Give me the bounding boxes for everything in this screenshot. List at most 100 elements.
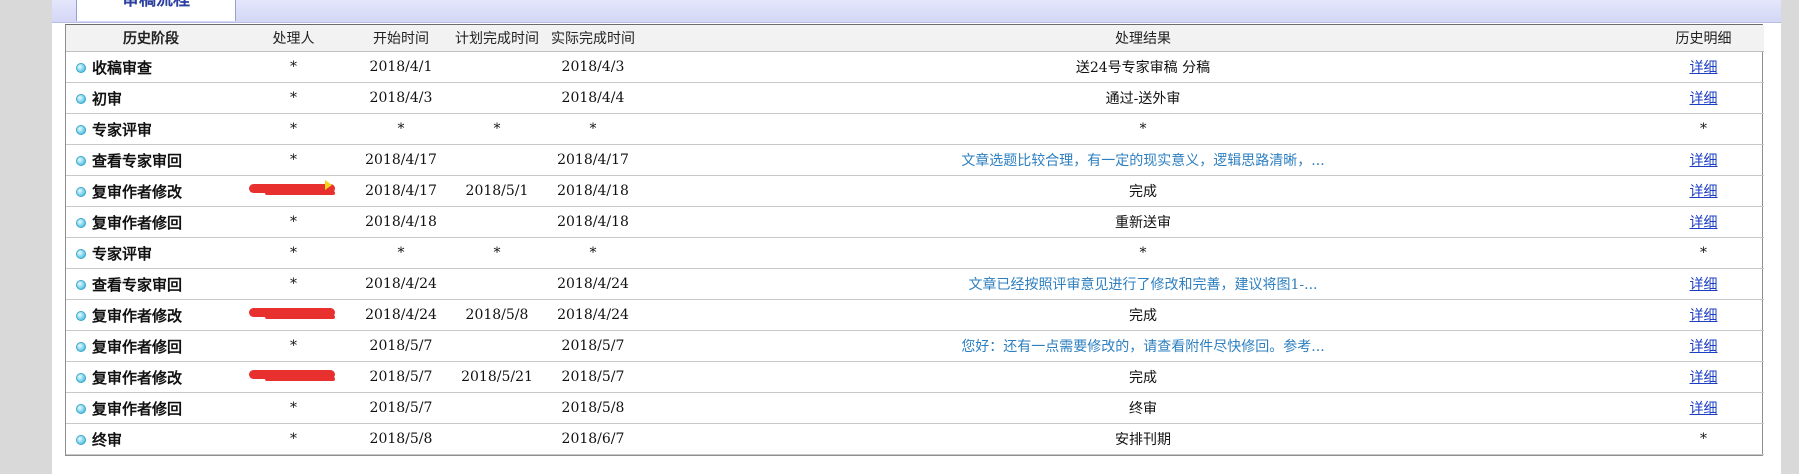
stage-label: 收稿审查 — [92, 58, 153, 77]
bullet-icon — [76, 403, 86, 414]
table-row: 查看专家审回 * 2018/4/17 2018/4/17 文章选题比较合理，有一定的现实… — [66, 144, 1764, 176]
cell-start-time: 2018/4/24 — [351, 299, 451, 331]
detail-link[interactable]: 详细 — [1690, 215, 1718, 231]
cell-detail[interactable]: 详细 — [1643, 299, 1764, 331]
table-row: 复审作者修回 * 2018/5/7 2018/5/7 您好：还有一点需要修改的，请查看附… — [66, 330, 1764, 362]
cell-actual-time: 2018/5/7 — [543, 361, 643, 393]
cell-detail[interactable]: 详细 — [1643, 206, 1764, 238]
detail-link[interactable]: 详细 — [1690, 184, 1718, 200]
cell-detail: * — [1643, 423, 1764, 455]
cell-stage: 复审作者修改 — [66, 361, 236, 393]
bullet-icon — [76, 93, 86, 104]
left-margin — [0, 0, 52, 474]
header-planned-time: 计划完成时间 — [451, 25, 543, 52]
cell-actual-time: 2018/4/24 — [543, 299, 643, 331]
header-handler: 处理人 — [236, 25, 351, 52]
stage-label: 复审作者修改 — [92, 368, 183, 387]
cell-result: 送24号专家审稿 分稿 — [643, 51, 1643, 83]
cell-result[interactable]: 您好：还有一点需要修改的，请查看附件尽快修回。参考... — [643, 330, 1643, 362]
header-stage: 历史阶段 — [66, 25, 236, 52]
handler-redacted[interactable] — [248, 179, 339, 199]
handler-redacted[interactable] — [248, 303, 339, 323]
cell-detail[interactable]: 详细 — [1643, 51, 1764, 83]
cell-handler[interactable] — [236, 361, 351, 393]
cell-planned-time: * — [451, 113, 543, 145]
cell-stage: 初审 — [66, 82, 236, 114]
cell-result: 完成 — [643, 175, 1643, 207]
cell-planned-time — [451, 330, 543, 362]
tab-label: 审稿流程 — [122, 0, 190, 10]
cell-start-time: 2018/5/8 — [351, 423, 451, 455]
handler-redacted[interactable] — [248, 365, 339, 385]
detail-link[interactable]: 详细 — [1690, 60, 1718, 76]
cell-planned-time — [451, 268, 543, 300]
cell-detail[interactable]: 详细 — [1643, 361, 1764, 393]
cell-result: 安排刊期 — [643, 423, 1643, 455]
bullet-icon — [76, 341, 86, 352]
cell-detail[interactable]: 详细 — [1643, 392, 1764, 424]
cell-planned-time — [451, 392, 543, 424]
cell-detail[interactable]: 详细 — [1643, 268, 1764, 300]
bullet-icon — [76, 186, 86, 197]
cell-actual-time: 2018/5/8 — [543, 392, 643, 424]
cell-result[interactable]: 文章已经按照评审意见进行了修改和完善，建议将图1-... — [643, 268, 1643, 300]
cell-actual-time: 2018/6/7 — [543, 423, 643, 455]
cell-planned-time: 2018/5/1 — [451, 175, 543, 207]
cell-result[interactable]: 文章选题比较合理，有一定的现实意义，逻辑思路清晰，... — [643, 144, 1643, 176]
cell-actual-time: * — [543, 113, 643, 145]
cell-handler[interactable] — [236, 299, 351, 331]
cell-start-time: * — [351, 237, 451, 269]
cell-actual-time: 2018/4/3 — [543, 51, 643, 83]
cell-start-time: 2018/4/17 — [351, 175, 451, 207]
bullet-icon — [76, 279, 86, 290]
header-start-time: 开始时间 — [351, 25, 451, 52]
stage-label: 专家评审 — [92, 244, 153, 263]
table-row: 复审作者修回 * 2018/4/18 2018/4/18 重新送审 详细 — [66, 206, 1764, 238]
cell-planned-time — [451, 423, 543, 455]
tab-review-process[interactable]: 审稿流程 — [76, 0, 236, 21]
stage-label: 查看专家审回 — [92, 151, 183, 170]
detail-link[interactable]: 详细 — [1690, 153, 1718, 169]
cell-result: * — [643, 113, 1643, 145]
cell-stage: 复审作者修回 — [66, 330, 236, 362]
cell-stage: 查看专家审回 — [66, 268, 236, 300]
cell-handler[interactable] — [236, 175, 351, 207]
detail-link[interactable]: 详细 — [1690, 370, 1718, 386]
detail-link[interactable]: 详细 — [1690, 277, 1718, 293]
table-row: 初审 * 2018/4/3 2018/4/4 通过-送外审 详细 — [66, 82, 1764, 114]
cell-handler: * — [236, 206, 351, 238]
review-process-panel: 审稿流程 历史阶段 处理人 开始时间 计划完成时间 实际完成时间 处理结果 历史… — [52, 0, 1781, 474]
cell-stage: 查看专家审回 — [66, 144, 236, 176]
bullet-icon — [76, 372, 86, 383]
detail-link[interactable]: 详细 — [1690, 401, 1718, 417]
redaction-mark — [264, 315, 335, 319]
cell-stage: 复审作者修回 — [66, 206, 236, 238]
cell-planned-time: 2018/5/21 — [451, 361, 543, 393]
cell-actual-time: 2018/4/18 — [543, 206, 643, 238]
cell-detail: * — [1643, 237, 1764, 269]
cell-handler: * — [236, 82, 351, 114]
cell-detail[interactable]: 详细 — [1643, 175, 1764, 207]
cell-result: 完成 — [643, 299, 1643, 331]
cell-stage: 终审 — [66, 423, 236, 455]
history-table: 历史阶段 处理人 开始时间 计划完成时间 实际完成时间 处理结果 历史明细 收稿… — [65, 24, 1764, 456]
header-actual-time: 实际完成时间 — [543, 25, 643, 52]
table-row: 专家评审 * * * * * * — [66, 237, 1764, 269]
cell-detail[interactable]: 详细 — [1643, 82, 1764, 114]
right-margin — [1781, 0, 1799, 474]
detail-link[interactable]: 详细 — [1690, 308, 1718, 324]
tab-strip: 审稿流程 — [52, 0, 1781, 23]
detail-link[interactable]: 详细 — [1690, 339, 1718, 355]
cell-detail[interactable]: 详细 — [1643, 330, 1764, 362]
cell-start-time: 2018/4/1 — [351, 51, 451, 83]
cell-planned-time: * — [451, 237, 543, 269]
cell-start-time: 2018/4/18 — [351, 206, 451, 238]
stage-label: 复审作者修回 — [92, 399, 183, 418]
cell-detail[interactable]: 详细 — [1643, 144, 1764, 176]
bullet-icon — [76, 217, 86, 228]
cell-result: 终审 — [643, 392, 1643, 424]
stage-label: 初审 — [92, 89, 123, 108]
cell-start-time: * — [351, 113, 451, 145]
cell-stage: 收稿审查 — [66, 51, 236, 83]
detail-link[interactable]: 详细 — [1690, 91, 1718, 107]
